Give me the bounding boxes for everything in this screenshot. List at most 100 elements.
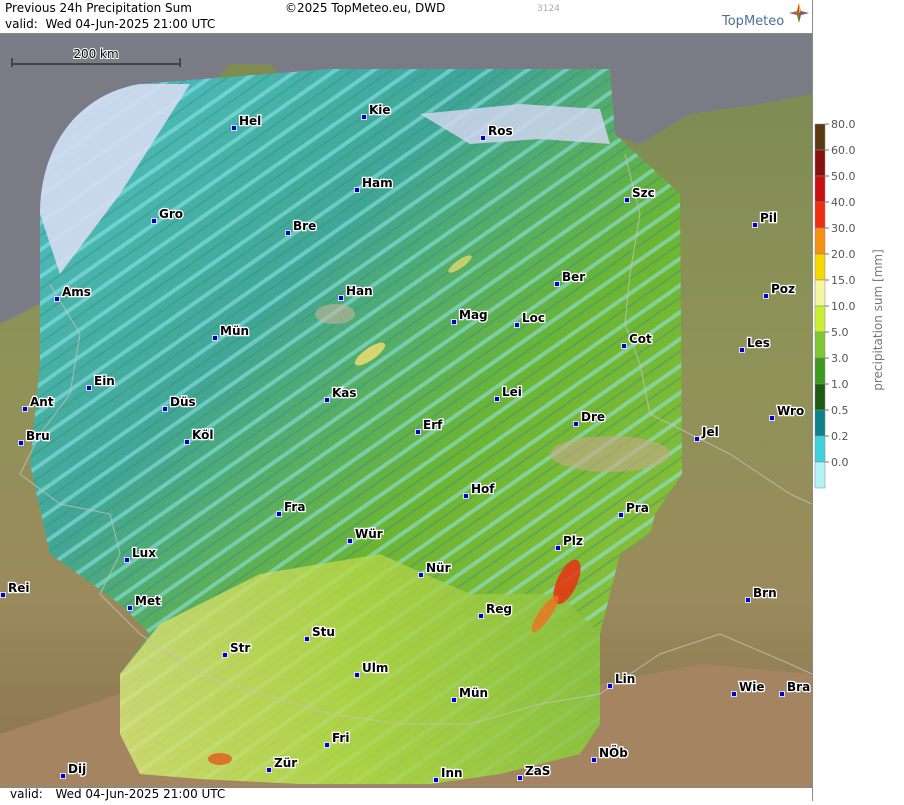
city-dot (304, 636, 310, 642)
product-code: 3124 (537, 4, 560, 14)
city-label: Gro (159, 207, 183, 221)
product-title: Previous 24h Precipitation Sum (5, 1, 192, 15)
city-label: ZaS (525, 764, 550, 778)
city-dot (212, 335, 218, 341)
city-label: Jel (701, 425, 719, 439)
city-label: Brn (753, 586, 777, 600)
city-dot (745, 597, 751, 603)
city-label: Mün (220, 324, 249, 338)
legend-swatch (814, 123, 826, 151)
city-label: Han (346, 284, 373, 298)
precipitation-map[interactable]: 200 km Hel Kie Ros Ham Szc Gro Bre Pil Ber Ams Han… (0, 34, 812, 787)
valid-time-top: valid: Wed 04-Jun-2025 21:00 UTC (5, 17, 215, 31)
legend-swatch (814, 409, 826, 437)
city-dot (324, 397, 330, 403)
city-dot (60, 773, 66, 779)
copyright-text: ©2025 TopMeteo.eu, DWD (285, 1, 446, 15)
city-label: Stu (312, 625, 335, 639)
city-dot (769, 415, 775, 421)
city-label: Pra (626, 501, 649, 515)
city-label: Mag (459, 308, 488, 322)
legend-tick-label: 1.0 (831, 378, 849, 391)
city-dot (54, 296, 60, 302)
city-dot (478, 613, 484, 619)
city-label: Wro (777, 404, 804, 418)
city-dot (415, 429, 421, 435)
legend-swatch (814, 305, 826, 333)
city-dot (779, 691, 785, 697)
legend-tick-label: 30.0 (831, 222, 856, 235)
city-label: Str (230, 641, 250, 655)
city-label: Ein (94, 374, 115, 388)
legend-tick-label: 15.0 (831, 274, 856, 287)
compass-star-icon (789, 3, 809, 23)
city-label: Lin (615, 672, 635, 686)
legend-tick-label: 50.0 (831, 170, 856, 183)
city-dot (591, 757, 597, 763)
city-label: Zür (274, 756, 297, 770)
city-dot (494, 396, 500, 402)
legend-swatch (814, 279, 826, 307)
brand-logo-text[interactable]: TopMeteo (722, 14, 784, 29)
city-label: Dre (581, 410, 605, 424)
city-label: Düs (170, 395, 196, 409)
valid-time-bottom: valid: Wed 04-Jun-2025 21:00 UTC (5, 787, 225, 801)
city-label: Lei (502, 385, 522, 399)
city-label: Loc (522, 311, 545, 325)
city-label: Kas (332, 386, 357, 400)
city-label: Köl (192, 428, 213, 442)
footer-valid-value: Wed 04-Jun-2025 21:00 UTC (55, 787, 226, 801)
city-label: Ulm (362, 661, 388, 675)
legend-tick-label: 20.0 (831, 248, 856, 261)
legend-swatch (814, 435, 826, 463)
city-dot (433, 777, 439, 783)
legend-tick-label: 40.0 (831, 196, 856, 209)
city-dot (554, 281, 560, 287)
city-dot (607, 683, 613, 689)
city-dot (354, 672, 360, 678)
city-dot (731, 691, 737, 697)
intense-cell-3 (208, 753, 232, 765)
legend-swatch (814, 461, 826, 489)
city-dot (285, 230, 291, 236)
city-dot (22, 406, 28, 412)
city-dot (338, 295, 344, 301)
city-dot (451, 319, 457, 325)
legend-tick-label: 80.0 (831, 118, 856, 131)
city-label: Les (747, 336, 770, 350)
dry-patch-east (550, 436, 670, 472)
city-dot (222, 652, 228, 658)
city-dot (324, 742, 330, 748)
city-label: Hof (471, 482, 495, 496)
legend-swatch (814, 227, 826, 255)
legend-swatch (814, 331, 826, 359)
city-label: Bra (787, 680, 810, 694)
city-label: Ham (362, 176, 393, 190)
city-label: Met (135, 594, 161, 608)
city-label: Dij (68, 762, 86, 776)
city-dot (231, 125, 237, 131)
valid-value: Wed 04-Jun-2025 21:00 UTC (45, 17, 216, 31)
city-dot (124, 557, 130, 563)
dry-patch-harz (315, 304, 355, 324)
header-bar: Previous 24h Precipitation Sum valid: We… (0, 0, 812, 34)
city-label: Plz (563, 534, 583, 548)
city-label: Pil (760, 211, 777, 225)
city-dot (276, 511, 282, 517)
city-label: Rei (8, 581, 30, 595)
city-label: Reg (486, 602, 512, 616)
city-label: Nür (426, 561, 451, 575)
city-dot (514, 322, 520, 328)
city-label: Ros (488, 124, 513, 138)
city-label: Bru (26, 429, 50, 443)
city-label: Fra (284, 500, 305, 514)
city-label: Wür (355, 527, 383, 541)
city-label: Erf (423, 418, 443, 432)
city-dot (151, 218, 157, 224)
legend-tick-label: 0.0 (831, 456, 849, 469)
city-dot (517, 775, 523, 781)
legend-swatch (814, 149, 826, 177)
city-dot (162, 406, 168, 412)
city-label: Cot (629, 332, 652, 346)
city-dot (0, 592, 6, 598)
